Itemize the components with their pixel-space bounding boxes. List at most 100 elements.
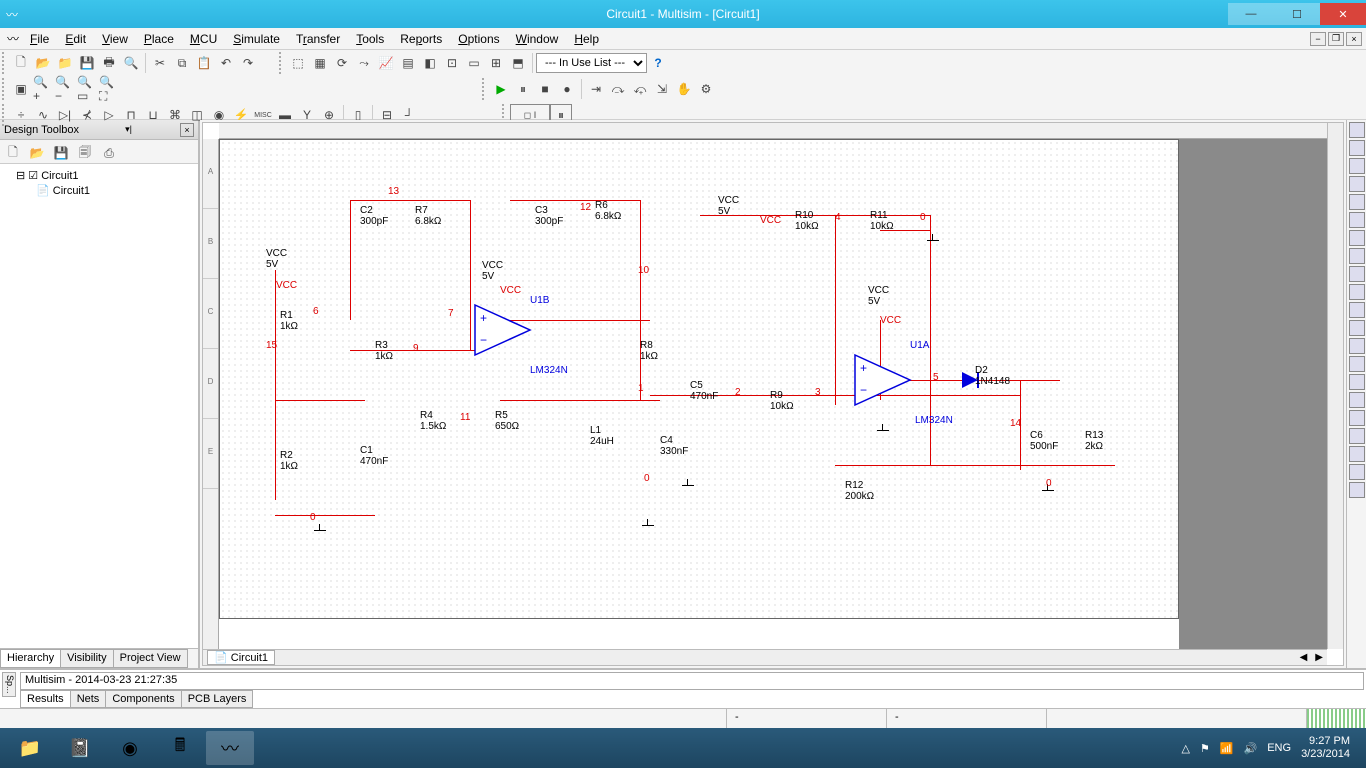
task-multisim-icon[interactable]: 〰 (206, 731, 254, 765)
cut-icon[interactable]: ✂ (149, 52, 171, 74)
step1-icon[interactable]: ⇥ (585, 78, 607, 100)
tray-flag-icon[interactable]: ⚑ (1200, 742, 1210, 755)
tray-clock[interactable]: 9:27 PM 3/23/2014 (1301, 735, 1350, 761)
task-explorer-icon[interactable]: 📁 (6, 731, 54, 765)
gnd-1[interactable] (312, 530, 328, 542)
step6-icon[interactable]: ⚙ (695, 78, 717, 100)
paste-icon[interactable]: 📋 (193, 52, 215, 74)
zoom-out-icon[interactable]: 🔍− (54, 78, 76, 100)
instr-21[interactable] (1349, 482, 1365, 498)
comp-analog-icon[interactable]: ▷ (98, 104, 120, 126)
step5-icon[interactable]: ✋ (673, 78, 695, 100)
opamp-u1a[interactable]: + − (850, 350, 916, 410)
instr-15[interactable] (1349, 374, 1365, 390)
open-icon[interactable]: 📂 (32, 52, 54, 74)
tree-root[interactable]: Circuit1 (41, 170, 78, 182)
instr-10[interactable] (1349, 284, 1365, 300)
instr-6[interactable] (1349, 212, 1365, 228)
sheet-tab[interactable]: 📄 Circuit1 (207, 650, 275, 665)
tab-results[interactable]: Results (20, 690, 71, 708)
instr-11[interactable] (1349, 302, 1365, 318)
zoom-fit-icon[interactable]: 🔍⛶ (98, 78, 120, 100)
tb-a2[interactable]: ▦ (309, 52, 331, 74)
step4-icon[interactable]: ⇲ (651, 78, 673, 100)
save-icon[interactable]: 💾 (76, 52, 98, 74)
tb-a3[interactable]: ⟳ (331, 52, 353, 74)
tb-a7[interactable]: ◧ (419, 52, 441, 74)
instr-16[interactable] (1349, 392, 1365, 408)
menu-tools[interactable]: Tools (348, 30, 392, 48)
gnd-3[interactable] (680, 485, 696, 497)
mdi-minimize[interactable]: − (1310, 32, 1326, 46)
step3-icon[interactable]: ⤽ (629, 78, 651, 100)
instr-7[interactable] (1349, 230, 1365, 246)
instr-17[interactable] (1349, 410, 1365, 426)
tb-a9[interactable]: ▭ (463, 52, 485, 74)
menu-transfer[interactable]: Transfer (288, 30, 348, 48)
tbx-i5[interactable]: ⎙ (98, 142, 120, 164)
tb-a6[interactable]: ▤ (397, 52, 419, 74)
record-icon[interactable]: ● (556, 78, 578, 100)
zoom-area-icon[interactable]: 🔍▭ (76, 78, 98, 100)
tb-a10[interactable]: ⊞ (485, 52, 507, 74)
scrollbar-horizontal[interactable]: 📄 Circuit1 ◀ ▶ (203, 649, 1327, 665)
menu-help[interactable]: Help (566, 30, 607, 48)
print-icon[interactable]: 🖶 (98, 52, 120, 74)
spreadsheet-vtab[interactable]: Sp... (2, 672, 16, 697)
instr-14[interactable] (1349, 356, 1365, 372)
tree-child[interactable]: Circuit1 (53, 185, 90, 197)
pause-icon[interactable]: ⏸ (512, 78, 534, 100)
mdi-restore[interactable]: ❐ (1328, 32, 1344, 46)
minimize-button[interactable]: — (1228, 3, 1274, 25)
run-icon[interactable]: ▶ (490, 78, 512, 100)
gnd-6[interactable] (1040, 490, 1056, 502)
task-calc-icon[interactable]: 🖩 (156, 731, 204, 765)
tab-components[interactable]: Components (105, 690, 181, 708)
menu-place[interactable]: Place (136, 30, 182, 48)
instr-1[interactable] (1349, 122, 1365, 138)
menu-options[interactable]: Options (450, 30, 507, 48)
scroll-right-icon[interactable]: ▶ (1311, 652, 1327, 663)
schematic-sheet[interactable]: + − + − (219, 139, 1179, 619)
tab-visibility[interactable]: Visibility (60, 649, 114, 668)
gnd-4[interactable] (875, 430, 891, 442)
zoom-full-icon[interactable]: ▣ (10, 78, 32, 100)
tab-project-view[interactable]: Project View (113, 649, 188, 668)
menu-view[interactable]: View (94, 30, 136, 48)
instr-4[interactable] (1349, 176, 1365, 192)
tb-a8[interactable]: ⊡ (441, 52, 463, 74)
tb-a1[interactable]: ⬚ (287, 52, 309, 74)
instr-20[interactable] (1349, 464, 1365, 480)
tb-a4[interactable]: ⤳ (353, 52, 375, 74)
scroll-left-icon[interactable]: ◀ (1296, 652, 1312, 663)
menu-simulate[interactable]: Simulate (225, 30, 288, 48)
preview-icon[interactable]: 🔍 (120, 52, 142, 74)
gnd-5[interactable] (925, 240, 941, 252)
tray-net-icon[interactable]: 📶 (1220, 742, 1234, 755)
instr-2[interactable] (1349, 140, 1365, 156)
tbx-i1[interactable]: 🗋 (2, 142, 24, 164)
maximize-button[interactable]: ☐ (1274, 3, 1320, 25)
instr-3[interactable] (1349, 158, 1365, 174)
in-use-list[interactable]: --- In Use List --- (536, 53, 647, 73)
open2-icon[interactable]: 📁 (54, 52, 76, 74)
tb-a5[interactable]: 📈 (375, 52, 397, 74)
tab-hierarchy[interactable]: Hierarchy (0, 649, 61, 668)
step2-icon[interactable]: ⤼ (607, 78, 629, 100)
stop-icon[interactable]: ■ (534, 78, 556, 100)
mdi-close[interactable]: × (1346, 32, 1362, 46)
menu-file[interactable]: File (22, 30, 57, 48)
instr-5[interactable] (1349, 194, 1365, 210)
comp-source-icon[interactable]: ÷ (10, 104, 32, 126)
tray-vol-icon[interactable]: 🔊 (1244, 742, 1258, 755)
task-chrome-icon[interactable]: ◉ (106, 731, 154, 765)
tab-pcb-layers[interactable]: PCB Layers (181, 690, 254, 708)
instr-12[interactable] (1349, 320, 1365, 336)
menu-mcu[interactable]: MCU (182, 30, 225, 48)
scrollbar-vertical[interactable] (1327, 123, 1343, 649)
menu-reports[interactable]: Reports (392, 30, 450, 48)
comp-misc-icon[interactable]: ⌘ (164, 104, 186, 126)
undo-icon[interactable]: ↶ (215, 52, 237, 74)
instr-18[interactable] (1349, 428, 1365, 444)
instr-19[interactable] (1349, 446, 1365, 462)
